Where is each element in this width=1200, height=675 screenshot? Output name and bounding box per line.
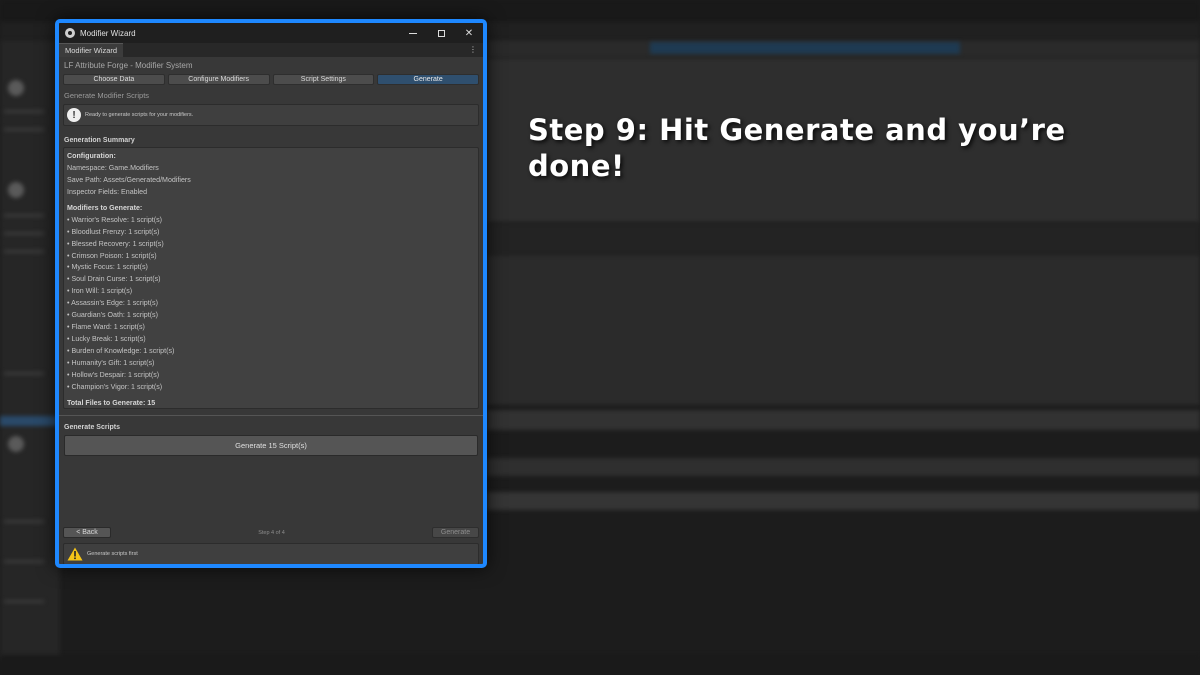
list-item: • Blessed Recovery: 1 script(s): [67, 239, 164, 248]
info-message: Ready to generate scripts for your modif…: [85, 112, 194, 118]
list-item: • Champion's Vigor: 1 script(s): [67, 382, 163, 391]
list-item: • Crimson Poison: 1 script(s): [67, 251, 157, 260]
tab-choose-data[interactable]: Choose Data: [63, 74, 165, 85]
generate-button-disabled[interactable]: Generate: [432, 527, 479, 538]
close-icon: ✕: [464, 27, 474, 39]
list-item: • Lucky Break: 1 script(s): [67, 335, 146, 344]
unity-app-icon: [65, 28, 75, 38]
warning-icon: [67, 547, 83, 561]
list-item: • Humanity's Gift: 1 script(s): [67, 358, 155, 367]
generation-summary-label: Generation Summary: [64, 137, 135, 144]
tab-configure-modifiers[interactable]: Configure Modifiers: [167, 74, 270, 85]
list-item: • Guardian's Oath: 1 script(s): [67, 311, 158, 320]
wizard-nav: < Back Step 4 of 4 Generate: [63, 527, 479, 538]
list-item: • Assassin's Edge: 1 script(s): [67, 299, 158, 308]
list-item: • Mystic Focus: 1 script(s): [67, 263, 148, 272]
generate-scripts-label: Generate Scripts: [64, 424, 121, 431]
generate-scripts-button[interactable]: Generate 15 Script(s): [64, 435, 478, 456]
generation-summary-box: Configuration: Namespace: Game.Modifiers…: [63, 147, 479, 409]
back-button[interactable]: < Back: [63, 527, 111, 538]
tab-script-settings[interactable]: Script Settings: [272, 74, 375, 85]
maximize-icon: [437, 29, 445, 37]
tab-generate[interactable]: Generate: [377, 74, 479, 85]
list-item: • Hollow's Despair: 1 script(s): [67, 370, 160, 379]
modifier-wizard-window: Modifier Wizard ✕ Modifier Wizard ⋮ LF A…: [55, 19, 487, 568]
minimize-button[interactable]: [399, 23, 427, 43]
inspector-line: Inspector Fields: Enabled: [67, 187, 148, 196]
info-message-box: ! Ready to generate scripts for your mod…: [63, 104, 479, 126]
list-item: • Warrior's Resolve: 1 script(s): [67, 215, 163, 224]
divider: [59, 415, 483, 416]
list-item: • Soul Drain Curse: 1 script(s): [67, 275, 161, 284]
save-path-line: Save Path: Assets/Generated/Modifiers: [67, 175, 191, 184]
list-item: • Bloodlust Frenzy: 1 script(s): [67, 227, 160, 236]
list-item: • Iron Will: 1 script(s): [67, 287, 133, 296]
title-bar: Modifier Wizard ✕: [59, 23, 483, 43]
tab-strip: Modifier Wizard ⋮: [59, 43, 483, 57]
warning-message-box: Generate scripts first: [63, 543, 479, 564]
total-files-line: Total Files to Generate: 15: [67, 398, 156, 407]
wizard-title: LF Attribute Forge - Modifier System: [64, 61, 193, 70]
list-item: • Flame Ward: 1 script(s): [67, 323, 145, 332]
more-options-icon[interactable]: ⋮: [469, 45, 477, 54]
list-item: • Burden of Knowledge: 1 script(s): [67, 347, 175, 355]
namespace-line: Namespace: Game.Modifiers: [67, 163, 159, 172]
config-heading: Configuration:: [67, 152, 116, 160]
section-title: Generate Modifier Scripts: [64, 91, 150, 100]
minimize-icon: [409, 32, 417, 34]
window-title: Modifier Wizard: [80, 28, 136, 38]
warning-message: Generate scripts first: [87, 551, 138, 557]
close-button[interactable]: ✕: [455, 23, 483, 43]
step-indicator: Step 4 of 4: [258, 529, 285, 536]
info-icon: !: [67, 108, 81, 122]
tab-modifier-wizard[interactable]: Modifier Wizard: [59, 43, 124, 57]
step-tabs: Choose Data Configure Modifiers Script S…: [63, 74, 479, 85]
maximize-button[interactable]: [427, 23, 455, 43]
modifiers-heading: Modifiers to Generate:: [67, 203, 143, 212]
step-caption: Step 9: Hit Generate and you’re done!: [528, 113, 1066, 183]
